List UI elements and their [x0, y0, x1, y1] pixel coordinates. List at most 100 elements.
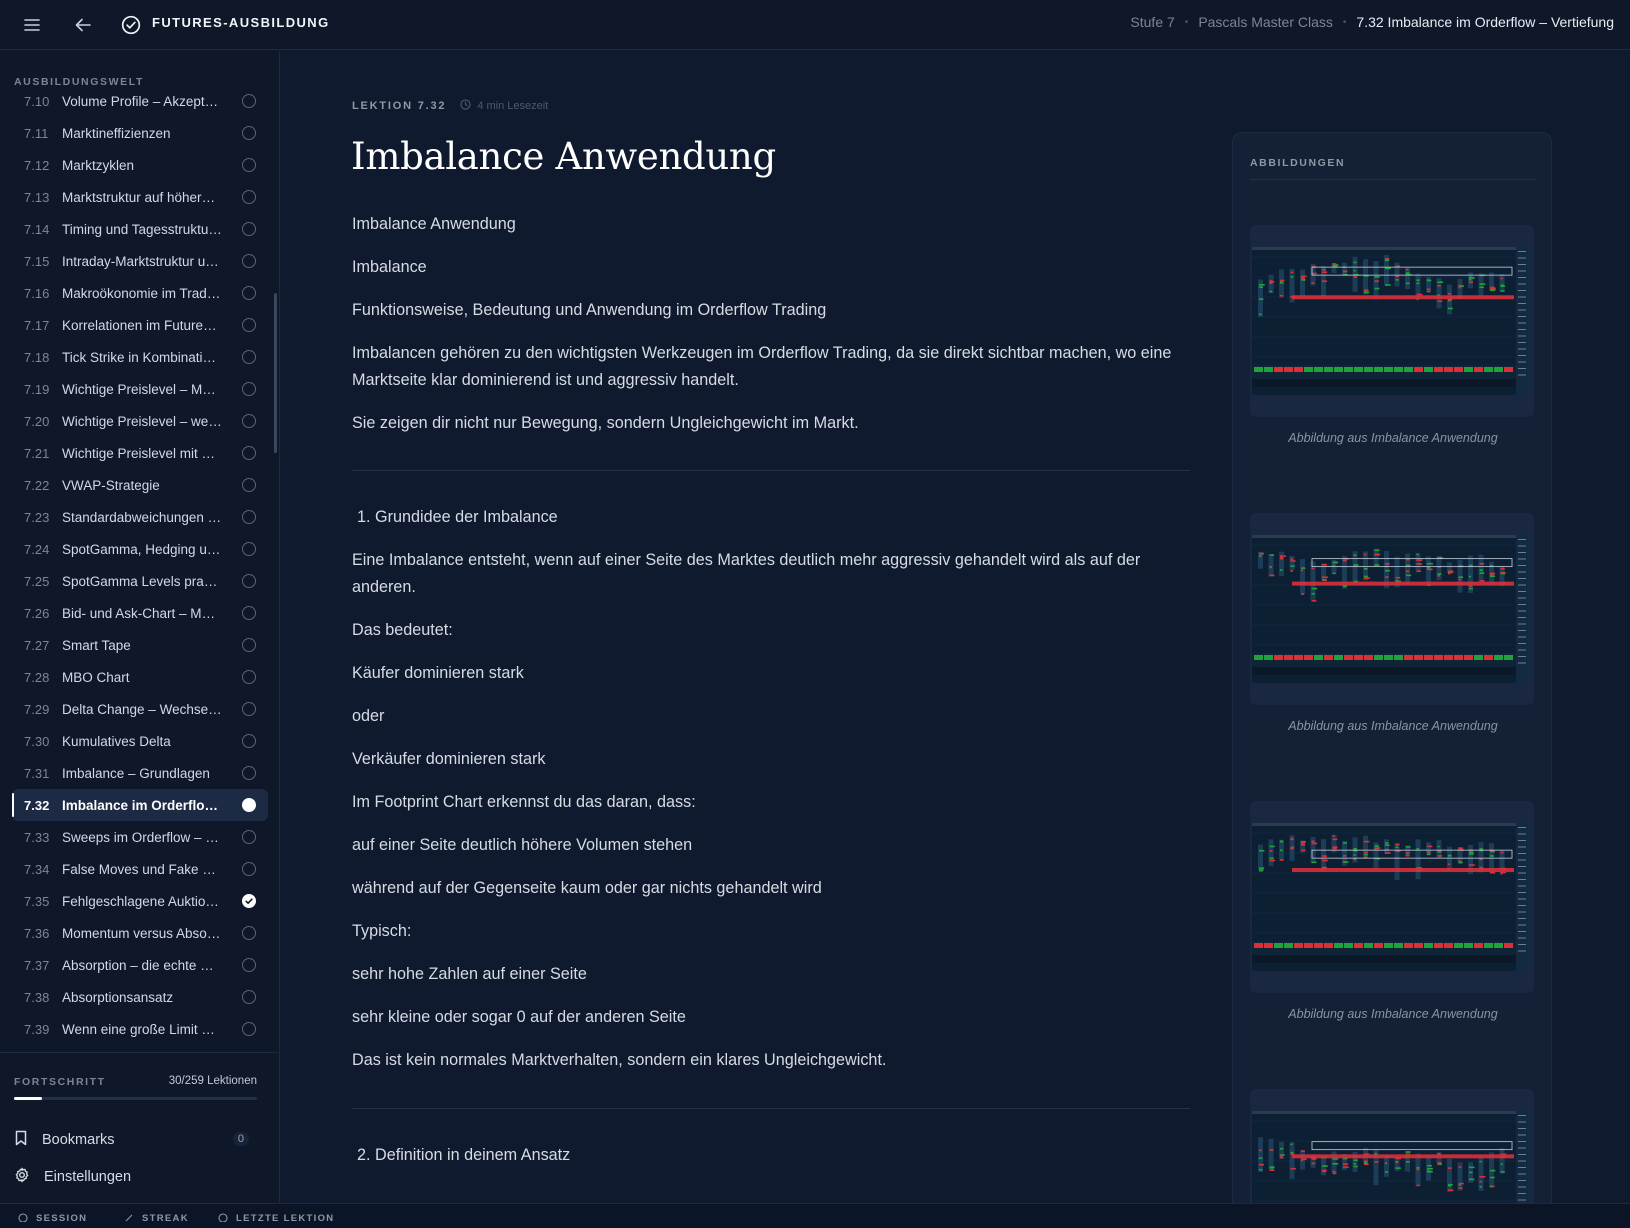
lesson-number: 7.20 — [24, 413, 50, 429]
section-divider — [352, 470, 1190, 471]
back-arrow-icon[interactable] — [70, 12, 96, 38]
paragraph: Imbalance — [352, 258, 427, 276]
sidebar-lesson-item[interactable]: 7.29 Delta Change – Wechsel im Delta — [12, 693, 268, 725]
sidebar-lesson-item[interactable]: 7.27 Smart Tape — [12, 629, 268, 661]
check-circle-icon — [118, 12, 144, 38]
status-circle-icon[interactable] — [242, 510, 256, 524]
lesson-name: Standardabweichungen am VWAP — [62, 509, 222, 525]
sidebar-lesson-item[interactable]: 7.30 Kumulatives Delta — [12, 725, 268, 757]
sidebar-lesson-item[interactable]: 7.37 Absorption – die echte Marktkraft — [12, 949, 268, 981]
sidebar-lesson-item[interactable]: 7.18 Tick Strike in Kombination mit Order… — [12, 341, 268, 373]
status-circle-icon[interactable] — [242, 670, 256, 684]
paragraph: Eine Imbalance entsteht, wenn auf einer … — [352, 551, 1141, 596]
figure-thumbnail[interactable] — [1250, 225, 1534, 417]
status-circle-icon[interactable] — [242, 542, 256, 556]
figure-thumbnail[interactable] — [1250, 513, 1534, 705]
completed-check-icon[interactable] — [242, 894, 256, 908]
footer-last-lesson-label: LETZTE LEKTION — [236, 1213, 335, 1224]
sidebar-lesson-item[interactable]: 7.19 Wichtige Preislevel – Markieren — [12, 373, 268, 405]
settings-link[interactable]: Einstellungen — [14, 1165, 257, 1189]
sidebar-lesson-item[interactable]: 7.25 SpotGamma Levels praktisch nutzen — [12, 565, 268, 597]
status-circle-icon[interactable] — [242, 350, 256, 364]
sidebar-lesson-item[interactable]: 7.17 Korrelationen im Futures-Markt — [12, 309, 268, 341]
status-circle-icon[interactable] — [242, 190, 256, 204]
sidebar-lesson-item[interactable]: 7.38 Absorptionsansatz — [12, 981, 268, 1013]
footer-last-lesson[interactable]: LETZTE LEKTION — [218, 1212, 334, 1225]
status-circle-icon[interactable] — [242, 158, 256, 172]
paragraph: Im Footprint Chart erkennst du das daran… — [352, 793, 696, 811]
sidebar-lesson-item[interactable]: 7.10 Volume Profile – Akzeptanz — [12, 94, 268, 117]
lesson-number: 7.34 — [24, 861, 50, 877]
footer-streak[interactable]: STREAK — [124, 1212, 189, 1225]
lesson-name: Intraday-Marktstruktur und Ablauf — [62, 253, 222, 269]
status-circle-icon[interactable] — [242, 734, 256, 748]
sidebar-lesson-item[interactable]: 7.22 VWAP-Strategie — [12, 469, 268, 501]
status-circle-icon[interactable] — [242, 254, 256, 268]
sidebar-lesson-item[interactable]: 7.13 Marktstruktur auf höheren Zeiteinhei… — [12, 181, 268, 213]
sidebar-section-label: AUSBILDUNGSWELT — [14, 76, 144, 88]
lesson-number: 7.26 — [24, 605, 50, 621]
paragraph: Sie zeigen dir nicht nur Bewegung, sonde… — [352, 414, 859, 432]
status-circle-icon[interactable] — [242, 1022, 256, 1036]
sidebar-lesson-item[interactable]: 7.31 Imbalance – Grundlagen — [12, 757, 268, 789]
sidebar-lesson-item[interactable]: 7.34 False Moves und Fake Breakouts — [12, 853, 268, 885]
lesson-name: Tick Strike in Kombination mit Orderflow — [62, 349, 222, 365]
status-circle-icon[interactable] — [242, 94, 256, 108]
status-circle-icon[interactable] — [242, 222, 256, 236]
paragraph: Imbalancen gehören zu den wichtigsten We… — [352, 344, 1172, 389]
sidebar-lesson-item[interactable]: 7.24 SpotGamma, Hedging und Optionen — [12, 533, 268, 565]
status-circle-icon[interactable] — [242, 990, 256, 1004]
lesson-number: 7.31 — [24, 765, 50, 781]
sidebar-lesson-item[interactable]: 7.32 Imbalance im Orderflow – Vertiefung — [12, 789, 268, 821]
lesson-name: Marktineffizienzen — [62, 125, 171, 141]
sidebar-lesson-item[interactable]: 7.20 Wichtige Preislevel – welche zählen — [12, 405, 268, 437]
menu-icon[interactable] — [19, 12, 45, 38]
status-circle-icon[interactable] — [242, 702, 256, 716]
sidebar-lesson-item[interactable]: 7.35 Fehlgeschlagene Auktionen — [12, 885, 268, 917]
sidebar-lesson-item[interactable]: 7.14 Timing und Tagesstruktur im Handel — [12, 213, 268, 245]
status-circle-icon[interactable] — [242, 478, 256, 492]
lesson-name: False Moves und Fake Breakouts — [62, 861, 222, 877]
status-circle-icon[interactable] — [242, 126, 256, 140]
status-circle-icon[interactable] — [242, 638, 256, 652]
flame-icon — [124, 1212, 134, 1225]
status-circle-icon[interactable] — [242, 446, 256, 460]
status-circle-icon[interactable] — [242, 830, 256, 844]
sidebar-lesson-item[interactable]: 7.26 Bid- und Ask-Chart – Mechanik — [12, 597, 268, 629]
sidebar-lesson-item[interactable]: 7.12 Marktzyklen — [12, 149, 268, 181]
status-circle-icon[interactable] — [242, 862, 256, 876]
sidebar-scrollbar[interactable] — [274, 293, 277, 453]
status-circle-icon[interactable] — [242, 606, 256, 620]
status-circle-icon[interactable] — [242, 286, 256, 300]
status-circle-icon[interactable] — [242, 766, 256, 780]
breadcrumb-stage[interactable]: Stufe 7 — [1130, 14, 1174, 30]
read-time: 4 min Lesezeit — [460, 99, 548, 113]
sidebar-lesson-item[interactable]: 7.11 Marktineffizienzen — [12, 117, 268, 149]
sidebar-lesson-item[interactable]: 7.21 Wichtige Preislevel mit dem Orderflo… — [12, 437, 268, 469]
section-heading: 2. Definition in deinem Ansatz — [357, 1146, 571, 1164]
figure-thumbnail[interactable] — [1250, 801, 1534, 993]
status-footer: SESSION STREAK LETZTE LEKTION — [0, 1203, 1630, 1228]
sidebar-lesson-item[interactable]: 7.16 Makroökonomie im Trading — [12, 277, 268, 309]
sidebar-lesson-item[interactable]: 7.33 Sweeps im Orderflow – Verstehen — [12, 821, 268, 853]
lesson-number: 7.19 — [24, 381, 50, 397]
bookmarks-label: Bookmarks — [42, 1132, 115, 1148]
status-circle-icon[interactable] — [242, 574, 256, 588]
sidebar-lesson-item[interactable]: 7.36 Momentum versus Absorption — [12, 917, 268, 949]
status-circle-icon[interactable] — [242, 798, 256, 812]
status-circle-icon[interactable] — [242, 382, 256, 396]
lesson-name: Sweeps im Orderflow – Verstehen — [62, 829, 222, 845]
status-circle-icon[interactable] — [242, 926, 256, 940]
sidebar-lesson-item[interactable]: 7.15 Intraday-Marktstruktur und Ablauf — [12, 245, 268, 277]
history-icon — [218, 1212, 228, 1225]
status-circle-icon[interactable] — [242, 414, 256, 428]
sidebar-lesson-item[interactable]: 7.39 Wenn eine große Limit Order steht — [12, 1013, 268, 1045]
sidebar-lesson-item[interactable]: 7.28 MBO Chart — [12, 661, 268, 693]
lesson-list[interactable]: 7.10 Volume Profile – Akzeptanz 7.11 Markti… — [0, 94, 280, 1052]
breadcrumb-course[interactable]: Pascals Master Class — [1198, 14, 1333, 30]
footer-session[interactable]: SESSION — [18, 1212, 87, 1225]
status-circle-icon[interactable] — [242, 318, 256, 332]
bookmarks-link[interactable]: Bookmarks 0 — [14, 1128, 257, 1152]
status-circle-icon[interactable] — [242, 958, 256, 972]
sidebar-lesson-item[interactable]: 7.23 Standardabweichungen am VWAP — [12, 501, 268, 533]
